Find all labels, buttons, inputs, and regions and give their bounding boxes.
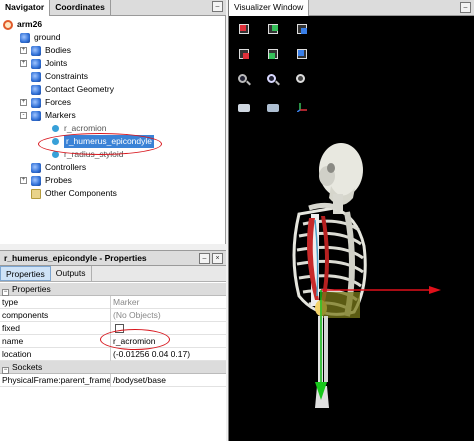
tree-node-ground[interactable]: ground — [20, 31, 60, 44]
property-row-type[interactable]: type Marker — [0, 296, 226, 309]
property-row-components[interactable]: components (No Objects) — [0, 309, 226, 322]
collapse-icon[interactable]: − — [2, 367, 9, 374]
tree-node-label: Other Components — [45, 188, 117, 198]
tree-node-label: arm26 — [17, 19, 43, 29]
section-label: Properties — [12, 284, 51, 294]
properties-titlebar: r_humerus_epicondyle - Properties – × — [0, 250, 226, 266]
visualizer-tabbar: Visualizer Window – — [229, 0, 474, 16]
properties-window-controls: – × — [199, 253, 223, 264]
location-value-field[interactable]: (-0.01256 0.04 0.17) — [113, 349, 190, 359]
opensim-gui: Navigator Coordinates – arm26 ground + B… — [0, 0, 474, 441]
parent-frame-value-field[interactable]: /bodyset/base — [113, 375, 166, 385]
close-icon[interactable]: × — [212, 253, 223, 264]
property-row-parent-frame[interactable]: PhysicalFrame:parent_frame /bodyset/base — [0, 374, 226, 387]
constraints-icon — [31, 71, 41, 82]
other-components-icon — [31, 188, 41, 199]
annotation-circle-selected-marker — [38, 133, 162, 155]
section-header-sockets[interactable]: − Sockets — [0, 361, 226, 374]
forces-icon — [31, 97, 41, 108]
tree-node-constraints[interactable]: Constraints — [31, 70, 88, 83]
tree-node-label: Joints — [45, 58, 68, 68]
tree-node-label: Constraints — [45, 71, 88, 81]
property-key: fixed — [2, 323, 20, 333]
wrap-object — [322, 292, 360, 318]
property-row-location[interactable]: location (-0.01256 0.04 0.17) — [0, 348, 226, 361]
left-panel: Navigator Coordinates – arm26 ground + B… — [0, 0, 226, 441]
property-key: PhysicalFrame:parent_frame — [2, 375, 112, 385]
section-label: Sockets — [12, 362, 43, 372]
joints-icon — [31, 58, 41, 69]
probes-icon — [31, 175, 41, 186]
tree-node-label: Probes — [45, 175, 72, 185]
tab-coordinates[interactable]: Coordinates — [50, 0, 111, 16]
tab-outputs[interactable]: Outputs — [51, 266, 92, 281]
navigator-tabbar: Navigator Coordinates – — [0, 0, 226, 16]
visualizer-window: Visualizer Window – — [228, 0, 474, 441]
tree-node-label: Controllers — [45, 162, 87, 172]
controllers-icon — [31, 162, 41, 173]
tree-node-forces[interactable]: + Forces — [20, 96, 71, 109]
expand-icon[interactable]: + — [20, 177, 27, 184]
markers-icon — [31, 110, 41, 121]
visualizer-window-controls: – — [460, 2, 471, 13]
tree-node-other-components[interactable]: Other Components — [31, 187, 117, 200]
annotation-circle-name-value — [100, 329, 170, 350]
bodies-icon — [31, 45, 41, 56]
tree-node-label: Contact Geometry — [45, 84, 114, 94]
navigator-tree[interactable]: arm26 ground + Bodies + Joints Constrain… — [0, 16, 226, 244]
tree-node-controllers[interactable]: Controllers — [31, 161, 86, 174]
section-header-properties[interactable]: − Properties — [0, 283, 226, 296]
tab-navigator[interactable]: Navigator — [0, 0, 51, 16]
tree-node-bodies[interactable]: + Bodies — [20, 44, 71, 57]
tree-node-contact-geometry[interactable]: Contact Geometry — [31, 83, 114, 96]
tree-node-label: Markers — [45, 110, 76, 120]
property-sheet: − Properties type Marker components (No O… — [0, 282, 226, 441]
minimize-icon[interactable]: – — [199, 253, 210, 264]
tree-node-probes[interactable]: + Probes — [20, 174, 72, 187]
ground-icon — [20, 32, 30, 43]
collapse-icon[interactable]: - — [20, 112, 27, 119]
property-key: name — [2, 336, 24, 346]
property-value: (No Objects) — [113, 310, 161, 320]
contact-geometry-icon — [31, 84, 41, 95]
properties-title: r_humerus_epicondyle - Properties — [4, 253, 147, 263]
minimize-icon[interactable]: – — [212, 1, 223, 12]
model-root-icon — [3, 19, 13, 30]
expand-icon[interactable]: + — [20, 99, 27, 106]
tab-visualizer-window[interactable]: Visualizer Window — [229, 0, 310, 16]
tree-node-joints[interactable]: + Joints — [20, 57, 67, 70]
expand-icon[interactable]: + — [20, 47, 27, 54]
property-key: location — [2, 349, 32, 359]
minimize-icon[interactable]: – — [460, 2, 471, 13]
properties-tabbar: Properties Outputs — [0, 266, 226, 282]
navigator-window-controls: – — [212, 1, 223, 12]
tree-node-markers[interactable]: - Markers — [20, 109, 76, 122]
marker-icon — [52, 125, 59, 132]
property-value: Marker — [113, 297, 140, 307]
property-key: components — [2, 310, 49, 320]
tree-node-label: Forces — [45, 97, 71, 107]
arm-model-3d-view[interactable] — [229, 16, 474, 441]
tree-node-label: ground — [34, 32, 61, 42]
property-key: type — [2, 297, 19, 307]
collapse-icon[interactable]: − — [2, 289, 9, 296]
expand-icon[interactable]: + — [20, 60, 27, 67]
tree-node-label: Bodies — [45, 45, 71, 55]
tree-node-model[interactable]: arm26 — [3, 18, 42, 31]
tab-properties[interactable]: Properties — [0, 266, 51, 281]
